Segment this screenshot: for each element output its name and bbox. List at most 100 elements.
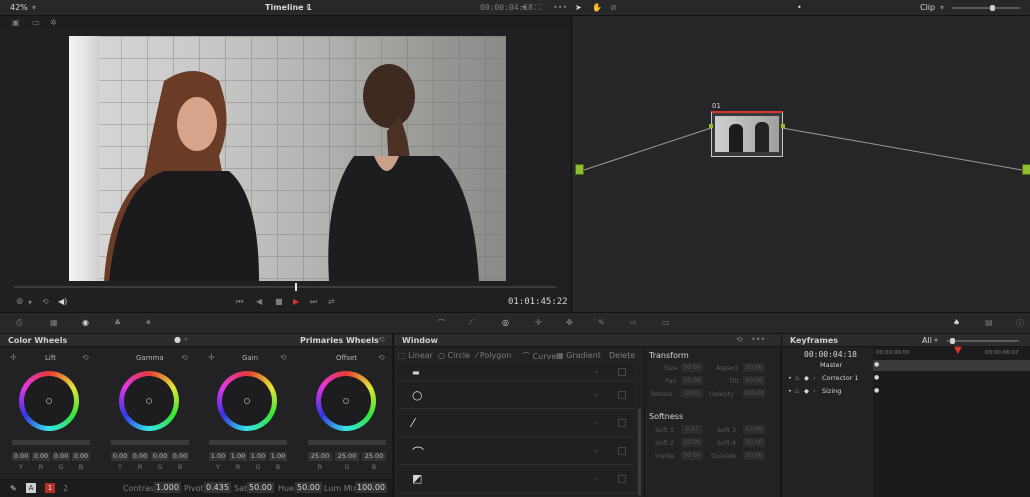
tracker-icon[interactable]: ✛ bbox=[535, 318, 546, 329]
opacity-value[interactable]: 100.00 bbox=[743, 389, 765, 398]
lift-g-value[interactable]: 0.00 bbox=[52, 452, 70, 461]
tilt-value[interactable]: 50.00 bbox=[743, 376, 765, 385]
chevron-right-icon[interactable]: › bbox=[813, 387, 816, 395]
linear-tool[interactable]: ⬚ Linear bbox=[398, 351, 433, 360]
gamma-r-value[interactable]: 0.00 bbox=[131, 452, 149, 461]
lift-y-value[interactable]: 0.00 bbox=[12, 452, 30, 461]
keyframe-zoom-slider[interactable] bbox=[947, 340, 1019, 342]
chevron-down-icon[interactable]: ▾ bbox=[32, 3, 36, 12]
blur-icon[interactable]: ✎ bbox=[598, 318, 609, 329]
soft-1-value[interactable]: 2.07 bbox=[681, 425, 703, 434]
reset-icon[interactable]: ⟲ bbox=[82, 353, 89, 362]
more-options-icon[interactable]: ••• bbox=[553, 3, 567, 12]
gain-master-slider[interactable] bbox=[209, 440, 287, 445]
scrub-bar[interactable] bbox=[14, 286, 556, 288]
wheels-mode-dropdown[interactable]: Primaries Wheels bbox=[300, 336, 379, 345]
lift-master-slider[interactable] bbox=[12, 440, 90, 445]
gradient-tool[interactable]: ▦ Gradient bbox=[556, 351, 601, 360]
gamma-b-value[interactable]: 0.00 bbox=[171, 452, 189, 461]
bypass-icon[interactable]: ⊘ bbox=[610, 3, 617, 12]
step-back-icon[interactable]: ◀ bbox=[256, 297, 262, 306]
timeline-title[interactable]: Timeline 1 bbox=[265, 3, 312, 12]
key-icon[interactable]: ⇨ bbox=[630, 318, 641, 329]
lock-icon[interactable]: ⌂ bbox=[795, 374, 799, 382]
offset-master-slider[interactable] bbox=[308, 440, 386, 445]
sat-value[interactable]: 50.00 bbox=[247, 482, 274, 493]
gain-g-value[interactable]: 1.00 bbox=[249, 452, 267, 461]
soft-2-value[interactable]: 50.00 bbox=[681, 438, 703, 447]
lift-b-value[interactable]: 0.00 bbox=[72, 452, 90, 461]
inside-value[interactable]: 50.00 bbox=[681, 451, 703, 460]
qualifier-icon[interactable]: ⁄ bbox=[470, 318, 481, 329]
playhead[interactable] bbox=[295, 283, 297, 291]
keyframe-add-icon[interactable]: ◆ bbox=[804, 387, 809, 395]
contrast-value[interactable]: 1.000 bbox=[154, 482, 181, 493]
offset-b-value[interactable]: 25.00 bbox=[362, 452, 386, 461]
gain-y-value[interactable]: 1.00 bbox=[209, 452, 227, 461]
play-icon[interactable]: ▶ bbox=[293, 297, 299, 306]
window-toggle-icon[interactable]: ◦ bbox=[594, 391, 599, 400]
picker-icon[interactable]: ✛ bbox=[10, 353, 17, 362]
aspect-value[interactable]: 50.00 bbox=[743, 363, 765, 372]
node-editor[interactable]: 01 bbox=[571, 16, 1030, 312]
reset-icon[interactable]: ⟲ bbox=[736, 335, 743, 344]
keyframe-ruler[interactable]: 00:00:00:00 00:00:06:07 bbox=[873, 347, 1030, 359]
gain-r-value[interactable]: 1.00 bbox=[229, 452, 247, 461]
offset-r-value[interactable]: 25.00 bbox=[308, 452, 332, 461]
more-options-icon[interactable]: ••• bbox=[751, 335, 765, 344]
video-frame[interactable] bbox=[69, 36, 506, 281]
chevron-down-icon[interactable]: ▾ bbox=[362, 336, 366, 345]
zoom-slider-handle[interactable] bbox=[990, 5, 995, 11]
info-icon[interactable]: ⓘ bbox=[1016, 318, 1027, 329]
loop-playback-icon[interactable]: ⇄ bbox=[328, 297, 335, 306]
source-input-node[interactable] bbox=[575, 164, 584, 175]
soft-3-value[interactable]: 50.00 bbox=[743, 425, 765, 434]
gain-wheel[interactable] bbox=[217, 371, 277, 431]
window-checkbox[interactable] bbox=[618, 391, 626, 399]
fullscreen-icon[interactable]: ⛶ bbox=[535, 3, 541, 13]
gamma-g-value[interactable]: 0.00 bbox=[151, 452, 169, 461]
pointer-icon[interactable]: ➤ bbox=[575, 3, 582, 12]
reset-icon[interactable]: ⟲ bbox=[378, 335, 385, 344]
chevron-down-icon[interactable]: ▾ bbox=[940, 3, 944, 12]
soft-4-value[interactable]: 50.00 bbox=[743, 438, 765, 447]
viewer-mode-icon[interactable]: ▣ bbox=[12, 18, 20, 27]
camera-raw-icon[interactable]: ⎙ bbox=[16, 318, 27, 329]
curves-icon[interactable]: ⌒ bbox=[437, 318, 448, 329]
lock-icon[interactable]: ⌂ bbox=[795, 387, 799, 395]
size-value[interactable]: 50.00 bbox=[681, 363, 703, 372]
polygon-tool[interactable]: ⁄ Polygon bbox=[476, 351, 511, 360]
reset-icon[interactable]: ⟲ bbox=[181, 353, 188, 362]
window-list-scrollbar[interactable] bbox=[638, 409, 641, 495]
keyframe-track-area[interactable]: ● ● ● bbox=[873, 359, 1030, 497]
chevron-down-icon[interactable]: ▾ bbox=[522, 3, 526, 12]
page-dot-icon[interactable]: ● ◦ bbox=[174, 335, 188, 344]
hand-icon[interactable]: ✋ bbox=[592, 3, 602, 12]
rotate-value[interactable]: 0.00 bbox=[681, 389, 703, 398]
color-match-icon[interactable]: ▦ bbox=[50, 318, 61, 329]
gain-b-value[interactable]: 1.00 bbox=[269, 452, 287, 461]
page-1-button[interactable]: 1 bbox=[45, 483, 55, 493]
window-row-curve[interactable]: ⌒ ◦ bbox=[398, 438, 634, 465]
color-wheels-icon[interactable]: ◉ bbox=[82, 318, 93, 329]
window-row-polygon[interactable]: ⁄ ◦ bbox=[398, 410, 634, 437]
window-checkbox[interactable] bbox=[618, 447, 626, 455]
scopes-icon[interactable]: ▤ bbox=[985, 318, 996, 329]
output-node[interactable] bbox=[1022, 164, 1030, 175]
window-icon[interactable]: ◎ bbox=[502, 318, 513, 329]
zoom-dropdown[interactable]: 42% bbox=[10, 3, 28, 12]
lift-wheel[interactable] bbox=[19, 371, 79, 431]
keyframe-marker[interactable]: ● bbox=[874, 361, 879, 368]
window-toggle-icon[interactable]: ◦ bbox=[594, 475, 599, 484]
circle-tool[interactable]: ○ Circle bbox=[438, 351, 470, 360]
window-checkbox[interactable] bbox=[618, 419, 626, 427]
stop-icon[interactable]: ■ bbox=[275, 297, 283, 306]
curve-tool[interactable]: ⌒ Curve bbox=[522, 351, 556, 362]
node-output-port[interactable] bbox=[781, 124, 785, 128]
gamma-master-slider[interactable] bbox=[111, 440, 189, 445]
window-toggle-icon[interactable]: ◦ bbox=[594, 368, 599, 377]
lum-mix-value[interactable]: 100.00 bbox=[355, 482, 387, 493]
loop-icon[interactable]: ⟲ bbox=[42, 297, 49, 306]
offset-g-value[interactable]: 25.00 bbox=[335, 452, 359, 461]
window-row-circle[interactable]: ○ ◦ bbox=[398, 382, 634, 409]
